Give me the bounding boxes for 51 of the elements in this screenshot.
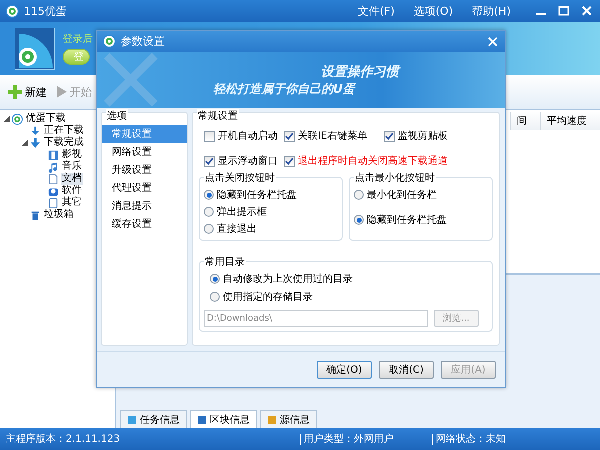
tab[interactable]: 任务信息 — [120, 410, 187, 428]
path-field[interactable]: D:\Downloads\ — [204, 310, 428, 327]
tree-item[interactable]: 音乐 — [61, 161, 83, 173]
menu-item[interactable]: 选项(O) — [414, 4, 454, 18]
group-title: 常用目录 — [204, 255, 246, 269]
column-header[interactable]: 间 — [510, 112, 540, 130]
section-title: 常规设置 — [197, 109, 239, 123]
status-text: 网络状态：未知 — [436, 432, 507, 446]
radio-label: 弹出提示框 — [217, 206, 267, 219]
tree-item[interactable]: 影视 — [61, 149, 83, 161]
options-title: 选项 — [106, 109, 128, 123]
checkbox-label: 关联IE右键菜单 — [298, 130, 368, 143]
radio-label: 最小化到任务栏 — [367, 188, 437, 202]
window-title: 115优蛋 — [24, 4, 68, 18]
radio-label: 直接退出 — [217, 222, 257, 236]
checkbox-label: 开机自动启动 — [218, 130, 278, 143]
dialog-button[interactable]: 取消(C) — [379, 360, 434, 378]
options-item[interactable]: 缓存设置 — [102, 215, 187, 233]
checkbox-label: 显示浮动窗口 — [218, 154, 278, 168]
tree-item[interactable]: 垃圾箱 — [43, 209, 75, 221]
login-hint: 登录后 — [63, 32, 93, 46]
column-header[interactable]: 平均速度 — [540, 112, 600, 130]
banner-text: 设置操作习惯 — [321, 64, 399, 80]
tab[interactable]: 源信息 — [260, 410, 317, 428]
group-title: 点击关闭按钮时 — [204, 171, 276, 185]
banner-text: 轻松打造属于你自己的U蛋 — [213, 80, 355, 98]
radio-label: 隐藏到任务栏托盘 — [217, 188, 297, 202]
menu-item[interactable]: 文件(F) — [358, 4, 395, 18]
options-item[interactable]: 代理设置 — [102, 179, 187, 197]
dialog-title: 参数设置 — [121, 34, 166, 49]
radio-label: 自动修改为上次使用过的目录 — [223, 272, 353, 286]
tree-item[interactable]: 文档 — [61, 173, 83, 185]
tree-item[interactable]: 正在下载 — [43, 125, 85, 137]
dialog-button[interactable]: 确定(O) — [317, 360, 372, 378]
status-text: 用户类型：外网用户 — [304, 432, 395, 446]
menu-item[interactable]: 帮助(H) — [472, 4, 511, 18]
radio-label: 隐藏到任务栏托盘 — [367, 214, 447, 227]
tree-item[interactable]: 下载完成 — [43, 137, 85, 149]
options-item[interactable]: 消息提示 — [102, 197, 187, 215]
tree-item[interactable]: 其它 — [61, 197, 83, 209]
toolbar-button[interactable]: 新建 — [8, 84, 47, 100]
status-text: 主程序版本：2.1.11.123 — [6, 432, 122, 446]
tab[interactable]: 区块信息 — [190, 410, 257, 428]
radio-label: 使用指定的存储目录 — [223, 290, 313, 304]
options-item[interactable]: 升级设置 — [102, 161, 187, 179]
checkbox-label: 退出程序时自动关闭高速下载通道 — [298, 154, 448, 168]
group-title: 点击最小化按钮时 — [354, 171, 436, 185]
checkbox-label: 监视剪贴板 — [398, 130, 448, 143]
tree-item[interactable]: 软件 — [61, 185, 83, 197]
options-item[interactable]: 网络设置 — [102, 143, 187, 161]
tree-item[interactable]: 优蛋下载 — [25, 113, 67, 125]
